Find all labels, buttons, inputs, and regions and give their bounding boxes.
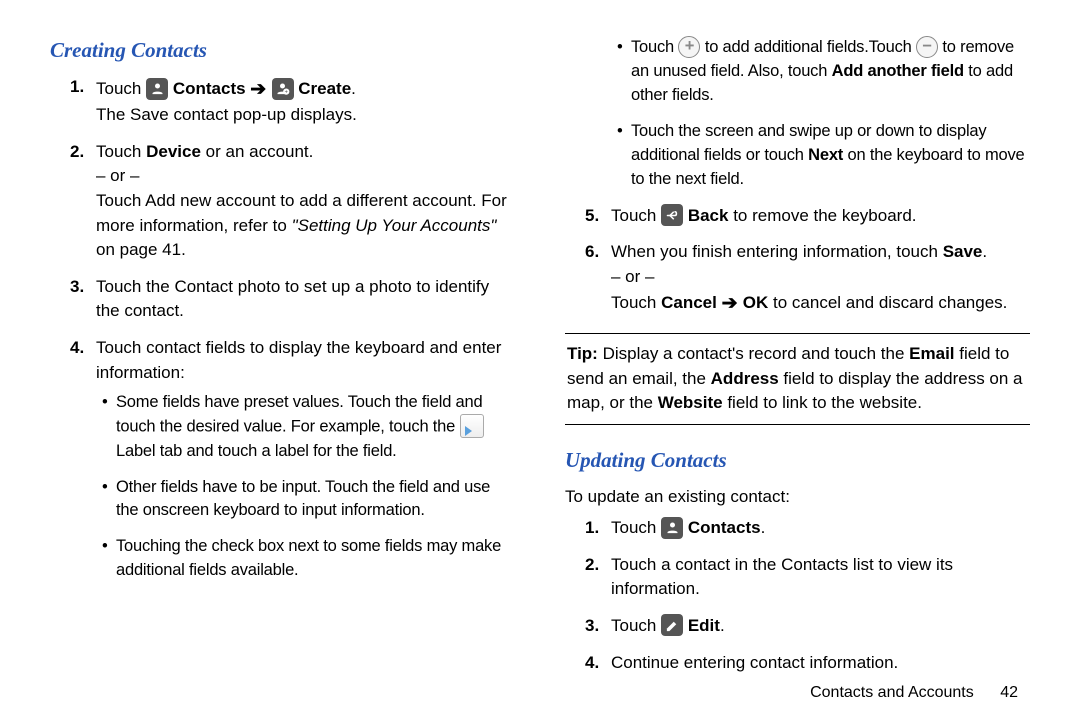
create-label: Create bbox=[298, 79, 351, 98]
creating-steps-cont: Touch Back to remove the keyboard. When … bbox=[565, 204, 1030, 317]
label-tab-icon bbox=[460, 414, 484, 438]
step-6: When you finish entering information, to… bbox=[611, 240, 1030, 317]
u-step-4: Continue entering contact information. bbox=[611, 651, 1030, 676]
bullet-1: Some fields have preset values. Touch th… bbox=[116, 391, 515, 463]
u-step-3: Touch Edit. bbox=[611, 614, 1030, 639]
bullet-2: Other fields have to be input. Touch the… bbox=[116, 476, 515, 524]
or-divider: – or – bbox=[96, 164, 515, 189]
step-1-sub: The Save contact pop-up displays. bbox=[96, 103, 515, 128]
left-column: Creating Contacts Touch Contacts ➔ + Cre… bbox=[50, 30, 515, 660]
step-1: Touch Contacts ➔ + Create. The Save cont… bbox=[96, 75, 515, 127]
heading-creating-contacts: Creating Contacts bbox=[50, 35, 515, 65]
heading-updating-contacts: Updating Contacts bbox=[565, 445, 1030, 475]
step-2-sub: Touch Add new account to add a different… bbox=[96, 189, 515, 263]
back-icon bbox=[661, 204, 683, 226]
updating-intro: To update an existing contact: bbox=[565, 485, 1030, 510]
bullet-5: Touch the screen and swipe up or down to… bbox=[631, 120, 1030, 192]
step-5: Touch Back to remove the keyboard. bbox=[611, 204, 1030, 229]
minus-icon: − bbox=[916, 36, 938, 58]
arrow-icon: ➔ bbox=[722, 293, 743, 314]
cross-reference: "Setting Up Your Accounts" bbox=[292, 216, 497, 235]
svg-text:+: + bbox=[285, 90, 288, 96]
bullet-4: Touch + to add additional fields.Touch −… bbox=[631, 36, 1030, 108]
tip-box: Tip: Display a contact's record and touc… bbox=[565, 333, 1030, 425]
page-footer: Contacts and Accounts 42 bbox=[810, 684, 1018, 702]
right-column: Touch + to add additional fields.Touch −… bbox=[565, 30, 1030, 660]
contacts-icon bbox=[146, 78, 168, 100]
footer-section: Contacts and Accounts bbox=[810, 684, 974, 701]
step-3: Touch the Contact photo to set up a phot… bbox=[96, 275, 515, 324]
step-6-sub: Touch Cancel ➔ OK to cancel and discard … bbox=[611, 289, 1030, 317]
tip-label: Tip: bbox=[567, 344, 598, 363]
step-2: Touch Device or an account. – or – Touch… bbox=[96, 140, 515, 263]
u-step-1: Touch Contacts. bbox=[611, 516, 1030, 541]
plus-icon: + bbox=[678, 36, 700, 58]
creating-steps: Touch Contacts ➔ + Create. The Save cont… bbox=[50, 75, 515, 583]
contacts-icon bbox=[661, 517, 683, 539]
edit-icon bbox=[661, 614, 683, 636]
u-step-2: Touch a contact in the Contacts list to … bbox=[611, 553, 1030, 602]
arrow-icon: ➔ bbox=[250, 79, 271, 100]
footer-page-number: 42 bbox=[1000, 684, 1018, 701]
bullet-3: Touching the check box next to some fiel… bbox=[116, 535, 515, 583]
contacts-label: Contacts bbox=[173, 79, 246, 98]
page-content: Creating Contacts Touch Contacts ➔ + Cre… bbox=[0, 0, 1080, 660]
or-divider: – or – bbox=[611, 265, 1030, 290]
step-4-bullets-cont: Touch + to add additional fields.Touch −… bbox=[565, 36, 1030, 192]
step-4-bullets: Some fields have preset values. Touch th… bbox=[96, 391, 515, 583]
updating-steps: Touch Contacts. Touch a contact in the C… bbox=[565, 516, 1030, 675]
create-icon: + bbox=[272, 78, 294, 100]
step-4: Touch contact fields to display the keyb… bbox=[96, 336, 515, 583]
